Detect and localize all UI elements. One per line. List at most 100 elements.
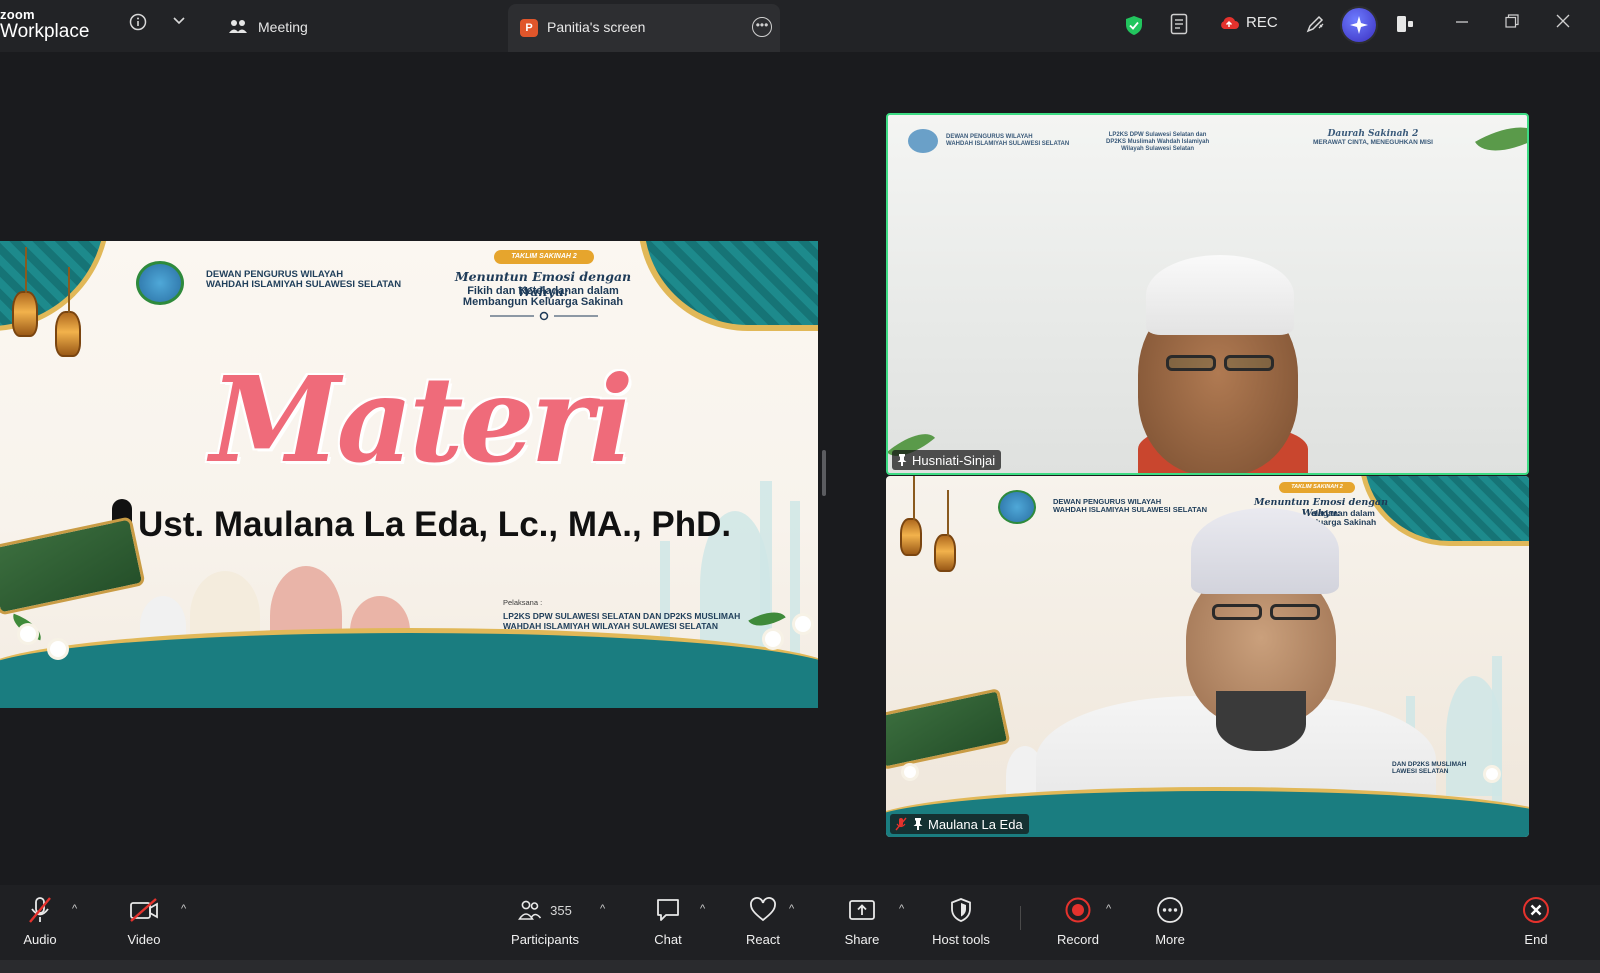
app-brand: zoom Workplace — [0, 8, 89, 41]
share-options-caret-icon[interactable]: ^ — [899, 903, 904, 915]
annotate-pen-icon[interactable] — [1304, 13, 1326, 35]
host-tools-label: Host tools — [932, 932, 990, 947]
share-screen-icon — [849, 900, 875, 920]
people-icon — [229, 20, 247, 33]
header-left-line-2: WAHDAH ISLAMIYAH SULAWESI SELATAN — [946, 141, 1070, 147]
participant-name: Maulana La Eda — [928, 816, 1023, 832]
record-label: Record — [1057, 932, 1099, 947]
header-left-line-2: WAHDAH ISLAMIYAH SULAWESI SELATAN — [1053, 505, 1208, 514]
more-dots-icon — [1157, 897, 1183, 923]
more-button[interactable]: More — [1125, 895, 1215, 947]
slide-ornament-top-right — [638, 241, 818, 331]
meeting-tab-label: Meeting — [258, 19, 308, 35]
more-options-icon[interactable]: ••• — [752, 17, 772, 37]
footer-line-2: LAWESI SELATAN — [1392, 768, 1449, 775]
more-label: More — [1155, 932, 1185, 947]
host-shield-icon — [951, 898, 971, 922]
organizer-label: Pelaksana : — [503, 598, 543, 607]
meeting-tab[interactable]: Meeting — [228, 14, 308, 40]
participants-options-caret-icon[interactable]: ^ — [600, 903, 605, 915]
slide-organization: DEWAN PENGURUS WILAYAH WAHDAH ISLAMIYAH … — [206, 270, 401, 290]
flower-decoration — [904, 766, 916, 778]
host-tools-button[interactable]: Host tools — [916, 895, 1006, 947]
flower-decoration — [20, 626, 36, 642]
security-shield-icon[interactable] — [1124, 14, 1144, 36]
divider-ornament — [490, 311, 598, 321]
notes-icon[interactable] — [1169, 13, 1189, 35]
flower-decoration — [50, 641, 66, 657]
quran-book-image — [886, 688, 1011, 770]
participants-count: 355 — [550, 902, 572, 918]
chat-label: Chat — [654, 932, 682, 947]
chat-icon — [657, 899, 679, 921]
tile-header-right: Daurah Sakinah 2 MERAWAT CINTA, MENEGUHK… — [1298, 129, 1448, 146]
organization-logo — [908, 129, 938, 153]
organization-logo — [136, 261, 184, 305]
header-right-line-2: MERAWAT CINTA, MENEGUHKAN MISI — [1312, 139, 1433, 146]
cloud-recording-indicator[interactable]: REC — [1218, 14, 1278, 31]
minimize-icon[interactable] — [1455, 14, 1469, 33]
brand-top: zoom — [0, 7, 35, 22]
window-bottom-edge — [0, 960, 1600, 973]
video-tile-maulana[interactable]: DEWAN PENGURUS WILAYAH WAHDAH ISLAMIYAH … — [886, 476, 1529, 837]
header-mid-line-1: LP2KS DPW Sulawesi Selatan dan — [1108, 132, 1207, 138]
tile-header-left: DEWAN PENGURUS WILAYAH WAHDAH ISLAMIYAH … — [946, 134, 1069, 148]
participant-beard — [1216, 691, 1306, 751]
audio-options-caret-icon[interactable]: ^ — [72, 903, 77, 915]
record-options-caret-icon[interactable]: ^ — [1106, 903, 1111, 915]
chevron-down-icon[interactable] — [172, 14, 186, 28]
theme-sub-2: Membangun Keluarga Sakinah — [462, 296, 624, 308]
react-options-caret-icon[interactable]: ^ — [789, 903, 794, 915]
video-tile-husniati[interactable]: DEWAN PENGURUS WILAYAH WAHDAH ISLAMIYAH … — [886, 113, 1529, 475]
participant-name: Husniati-Sinjai — [912, 452, 996, 468]
video-options-caret-icon[interactable]: ^ — [181, 903, 186, 915]
audio-label: Audio — [23, 932, 57, 947]
cloud-upload-icon — [1221, 16, 1239, 29]
shared-screen-slide[interactable]: DEWAN PENGURUS WILAYAH WAHDAH ISLAMIYAH … — [0, 241, 818, 708]
video-button[interactable]: Video — [99, 895, 189, 947]
participant-name-tag: Husniati-Sinjai — [892, 450, 1002, 470]
header-right-line-1: Daurah Sakinah 2 — [1327, 129, 1419, 139]
mic-muted-icon — [29, 897, 51, 923]
info-icon[interactable] — [129, 13, 147, 31]
event-badge: TAKLIM SAKINAH 2 — [494, 250, 594, 264]
react-button[interactable]: React — [718, 895, 808, 947]
split-view-drag-handle[interactable] — [822, 450, 826, 496]
share-button[interactable]: Share — [817, 895, 907, 947]
video-label: Video — [127, 932, 161, 947]
screen-tab-label: Panitia's screen — [547, 19, 646, 35]
participant-glasses — [1270, 604, 1320, 620]
lantern-icon — [900, 476, 922, 556]
ai-companion-button[interactable] — [1342, 8, 1376, 42]
lantern-icon — [12, 247, 38, 337]
minaret — [1492, 656, 1502, 806]
close-window-icon[interactable] — [1556, 14, 1570, 33]
record-icon — [1065, 897, 1091, 923]
organizer-line-1: LP2KS DPW SULAWESI SELATAN DAN DP2KS MUS… — [503, 611, 741, 621]
participants-button[interactable]: 355 Participants — [500, 895, 590, 947]
speaker-name: Ust. Maulana La Eda, Lc., MA., PhD. — [138, 505, 732, 544]
end-meeting-button[interactable]: End — [1491, 895, 1581, 947]
palm-leaf-decoration — [1475, 115, 1527, 167]
restore-icon[interactable] — [1505, 14, 1519, 33]
video-off-icon — [130, 898, 158, 922]
flower-decoration — [765, 631, 781, 647]
participants-icon — [518, 900, 542, 920]
tile-footer-text: DAN DP2KS MUSLIMAH LAWESI SELATAN — [1392, 761, 1466, 775]
brand-bottom: Workplace — [0, 21, 90, 42]
flower-decoration — [795, 616, 811, 632]
org-line-2: WAHDAH ISLAMIYAH SULAWESI SELATAN — [206, 279, 402, 290]
apps-icon[interactable] — [1395, 13, 1415, 35]
screen-share-tab[interactable]: P Panitia's screen ••• — [508, 4, 780, 52]
slide-headline: Materi — [210, 350, 634, 489]
toolbar-divider — [1020, 906, 1021, 930]
event-badge: TAKLIM SAKINAH 2 — [1279, 482, 1355, 493]
lantern-icon — [934, 490, 956, 572]
participants-label: Participants — [511, 932, 579, 947]
tile-header-left: DEWAN PENGURUS WILAYAH WAHDAH ISLAMIYAH … — [1053, 498, 1207, 514]
pin-icon — [897, 454, 907, 466]
react-label: React — [746, 932, 780, 947]
chat-options-caret-icon[interactable]: ^ — [700, 903, 705, 915]
participant-cap — [1191, 508, 1339, 594]
muted-mic-icon — [895, 817, 907, 831]
